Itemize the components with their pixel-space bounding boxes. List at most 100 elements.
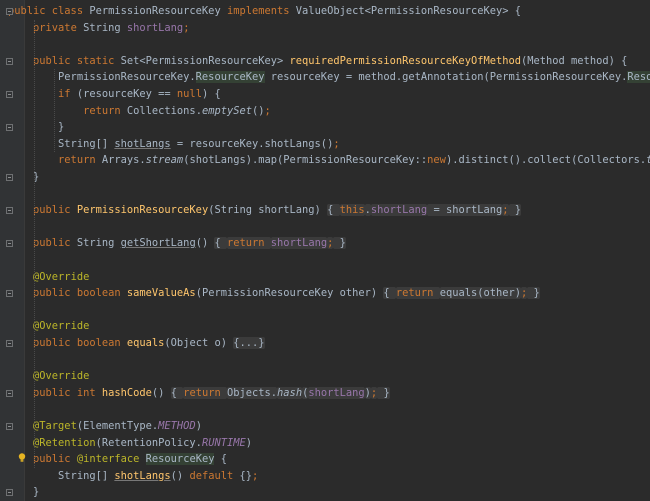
code-token: PermissionResourceKey. bbox=[8, 71, 196, 84]
code-token: public class bbox=[8, 5, 90, 17]
code-token: { bbox=[327, 204, 340, 217]
code-line[interactable]: public int hashCode() { return Objects.h… bbox=[8, 385, 390, 402]
code-token: = shortLang bbox=[427, 204, 503, 217]
code-token: String bbox=[83, 21, 127, 34]
code-line[interactable]: @Override bbox=[8, 318, 89, 335]
code-token: ).distinct().collect(Collectors. bbox=[445, 154, 647, 167]
code-line[interactable]: @Retention(RetentionPolicy.RUNTIME) bbox=[8, 435, 252, 452]
indent-guide bbox=[54, 69, 56, 153]
code-token: ValueObject<PermissionResourceKey> { bbox=[295, 5, 522, 17]
code-token: Objects. bbox=[227, 386, 278, 399]
code-token: = resourceKey.shotLangs() bbox=[170, 137, 334, 150]
code-editor[interactable]: public class PermissionResourceKey imple… bbox=[0, 0, 650, 501]
code-token: resourceKey = method.getAnnotation(Permi… bbox=[264, 71, 628, 84]
code-line[interactable]: @Override bbox=[8, 368, 89, 385]
fold-toggle-icon[interactable] bbox=[6, 290, 13, 298]
code-token: new bbox=[427, 154, 446, 167]
fold-toggle-icon[interactable] bbox=[6, 489, 13, 497]
code-token: requiredPermissionResourceKeyOfMethod bbox=[289, 54, 521, 67]
code-line[interactable]: PermissionResourceKey.ResourceKey resour… bbox=[8, 69, 650, 86]
fold-toggle-icon[interactable] bbox=[6, 423, 13, 430]
fold-toggle-icon[interactable] bbox=[6, 240, 13, 248]
code-token: ) { bbox=[201, 88, 221, 100]
code-token: shortLang bbox=[370, 204, 428, 217]
code-token: (RetentionPolicy. bbox=[95, 436, 202, 449]
fold-toggle-icon[interactable] bbox=[6, 174, 13, 181]
code-line[interactable]: public @interface ResourceKey { bbox=[8, 451, 227, 468]
code-token: public bbox=[33, 237, 77, 250]
code-token: (PermissionResourceKey other) bbox=[195, 287, 384, 300]
code-token: shotLangs bbox=[114, 469, 171, 482]
code-token: public static bbox=[33, 54, 121, 67]
code-token: @Retention bbox=[33, 436, 96, 449]
code-token: ResourceKey bbox=[195, 71, 265, 84]
code-token: equals(other) bbox=[439, 287, 522, 300]
code-token: } bbox=[508, 204, 522, 217]
code-token: (Method method) { bbox=[521, 54, 628, 67]
code-token: { bbox=[214, 237, 227, 250]
code-token: ) bbox=[364, 386, 371, 399]
code-token: getShortLang bbox=[120, 237, 196, 250]
code-line[interactable]: public PermissionResourceKey(String shor… bbox=[8, 202, 522, 219]
code-token: @Override bbox=[33, 270, 90, 283]
code-token: ) bbox=[195, 420, 202, 432]
code-token: () bbox=[252, 104, 265, 117]
code-token: toSet bbox=[646, 154, 650, 166]
code-line[interactable]: public class PermissionResourceKey imple… bbox=[8, 3, 521, 20]
code-line[interactable]: public String getShortLang() { return sh… bbox=[8, 235, 346, 252]
code-line[interactable]: @Override bbox=[8, 269, 89, 286]
code-token: this bbox=[339, 204, 365, 217]
code-token: (ElementType. bbox=[76, 420, 159, 432]
code-token: RUNTIME bbox=[201, 436, 246, 449]
fold-toggle-icon[interactable] bbox=[6, 57, 13, 65]
code-token: {...} bbox=[233, 337, 265, 349]
code-token: emptySet bbox=[201, 104, 252, 117]
code-token: (String shortLang) bbox=[208, 204, 328, 217]
fold-toggle-icon[interactable] bbox=[6, 389, 13, 397]
code-token: public boolean bbox=[33, 287, 127, 300]
code-token: } bbox=[527, 287, 540, 300]
code-token: default bbox=[189, 469, 240, 482]
code-token: { bbox=[170, 386, 184, 399]
code-token: public boolean bbox=[33, 337, 127, 349]
code-token: public bbox=[33, 453, 77, 466]
code-token: () bbox=[151, 386, 171, 399]
code-token: ) bbox=[245, 436, 253, 449]
code-line[interactable]: return Arrays.stream(shotLangs).map(Perm… bbox=[8, 152, 650, 169]
code-line[interactable]: String[] shotLangs() default {}; bbox=[8, 468, 258, 485]
code-token: (resourceKey == bbox=[76, 88, 177, 100]
code-token: ; bbox=[333, 137, 340, 150]
code-line[interactable]: String[] shotLangs = resourceKey.shotLan… bbox=[8, 136, 340, 153]
code-line[interactable]: public boolean sameValueAs(PermissionRes… bbox=[8, 285, 540, 302]
code-token: PermissionResourceKey bbox=[89, 5, 227, 17]
code-area[interactable]: public class PermissionResourceKey imple… bbox=[8, 0, 650, 501]
code-line[interactable]: return Collections.emptySet(); bbox=[8, 103, 271, 120]
code-token: String[] bbox=[8, 469, 115, 482]
code-token: String bbox=[76, 237, 121, 250]
code-token: String[] bbox=[8, 137, 115, 150]
code-line[interactable]: if (resourceKey == null) { bbox=[8, 86, 221, 103]
code-token: } bbox=[333, 237, 346, 250]
code-token: ; bbox=[264, 104, 271, 117]
code-token: private bbox=[33, 21, 84, 34]
code-token: { bbox=[383, 287, 396, 300]
code-line[interactable]: public boolean equals(Object o) {...} bbox=[8, 335, 265, 352]
code-token: hash bbox=[277, 386, 303, 399]
code-line[interactable]: public static Set<PermissionResourceKey>… bbox=[8, 53, 627, 70]
code-token: (shotLangs).map(PermissionResourceKey:: bbox=[183, 154, 428, 167]
code-token: PermissionResourceKey bbox=[76, 204, 209, 217]
fold-toggle-icon[interactable] bbox=[6, 207, 13, 215]
fold-toggle-icon[interactable] bbox=[6, 340, 13, 347]
code-token: shortLang bbox=[126, 21, 184, 34]
fold-toggle-icon[interactable] bbox=[6, 124, 13, 132]
lightbulb-icon[interactable] bbox=[18, 453, 26, 463]
fold-toggle-icon[interactable] bbox=[6, 91, 13, 98]
indent-guide bbox=[34, 19, 36, 468]
code-token: if bbox=[58, 88, 77, 100]
code-line[interactable]: @Target(ElementType.METHOD) bbox=[8, 418, 202, 435]
fold-toggle-icon[interactable] bbox=[6, 8, 13, 15]
code-token: ; bbox=[502, 204, 509, 217]
